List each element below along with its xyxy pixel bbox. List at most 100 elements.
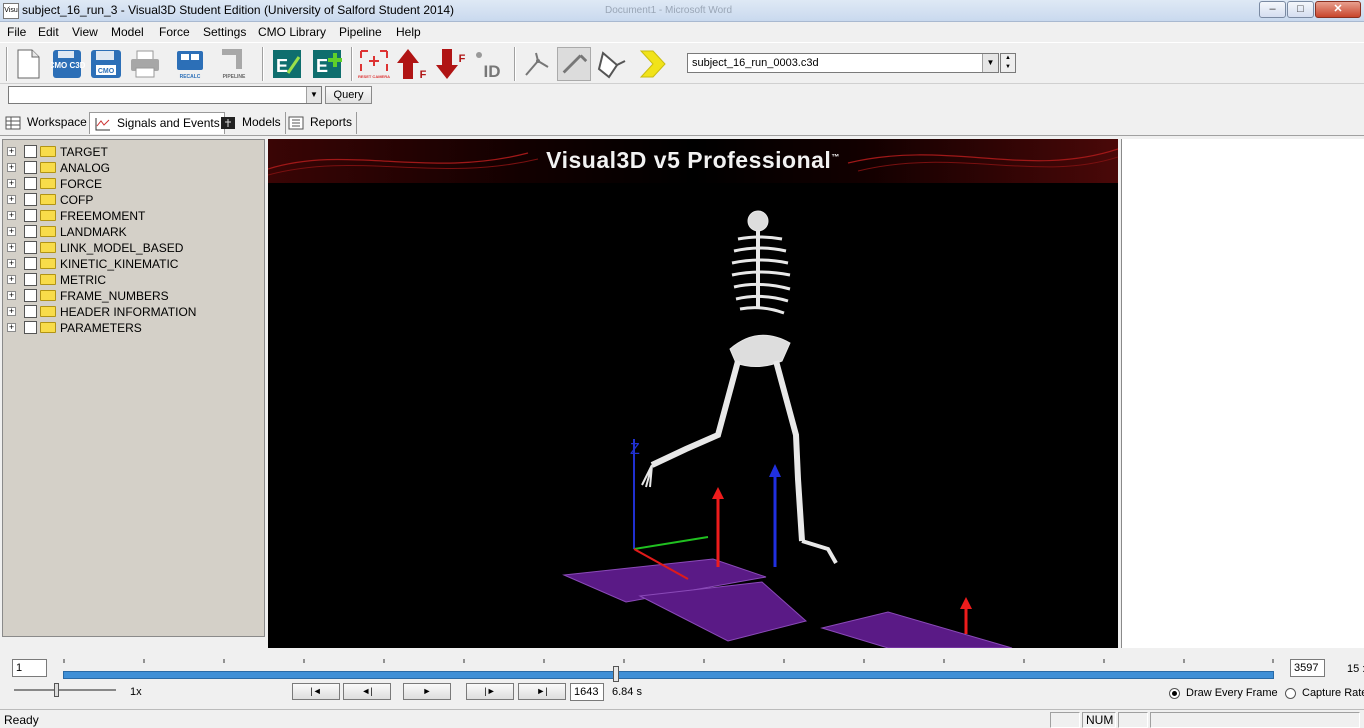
add-pipeline-icon[interactable]: E bbox=[310, 47, 344, 81]
recalc-icon[interactable]: RECALC bbox=[173, 47, 207, 81]
tab-models[interactable]: Models bbox=[215, 112, 286, 134]
file-select[interactable]: subject_16_run_0003.c3d ▼ bbox=[687, 53, 999, 73]
fps-label: 15 : bbox=[1347, 663, 1364, 675]
print-icon[interactable] bbox=[128, 47, 162, 81]
checkbox[interactable] bbox=[24, 145, 37, 158]
bone-icon[interactable] bbox=[557, 47, 591, 81]
menu-edit[interactable]: Edit bbox=[38, 25, 59, 39]
play-button[interactable]: ► bbox=[403, 683, 451, 700]
menu-settings[interactable]: Settings bbox=[203, 25, 246, 39]
checkbox[interactable] bbox=[24, 209, 37, 222]
chevron-down-icon[interactable]: ▼ bbox=[982, 54, 998, 72]
expand-icon[interactable]: + bbox=[7, 179, 16, 188]
menu-file[interactable]: File bbox=[7, 25, 26, 39]
segment-icon[interactable] bbox=[520, 47, 554, 81]
status-pane-extra bbox=[1150, 712, 1360, 728]
menu-model[interactable]: Model bbox=[111, 25, 144, 39]
signals-tree[interactable]: + TARGET + ANALOG + FORCE + COFP + FREEMOMENT… bbox=[2, 139, 265, 637]
end-frame-input[interactable]: 3597 bbox=[1290, 659, 1325, 677]
force-up-icon[interactable]: F bbox=[395, 47, 429, 81]
save-cmo-icon[interactable]: CMO bbox=[89, 47, 123, 81]
query-combo[interactable]: ▼ bbox=[8, 86, 322, 104]
new-file-icon[interactable] bbox=[11, 47, 45, 81]
cmo-c3d-icon[interactable]: CMO C3D bbox=[51, 47, 85, 81]
checkbox[interactable] bbox=[24, 241, 37, 254]
capture-rate-label: Capture Rate bbox=[1302, 687, 1364, 699]
expand-icon[interactable]: + bbox=[7, 291, 16, 300]
last-frame-button[interactable]: ►| bbox=[518, 683, 566, 700]
tree-label: TARGET bbox=[60, 145, 108, 159]
app-icon: Visu bbox=[3, 3, 19, 19]
folder-icon bbox=[40, 226, 56, 237]
status-pane-num: NUM bbox=[1082, 712, 1116, 728]
toolbar: CMO C3D CMO RECALC PIPELINE E E RESET CA… bbox=[0, 42, 1364, 84]
checkbox[interactable] bbox=[24, 321, 37, 334]
tree-label: FRAME_NUMBERS bbox=[60, 289, 169, 303]
edit-pipeline-icon[interactable]: E bbox=[270, 47, 304, 81]
folder-icon bbox=[40, 274, 56, 285]
current-frame-input[interactable]: 1643 bbox=[570, 683, 604, 701]
pipeline-icon[interactable]: PIPELINE bbox=[217, 47, 251, 81]
reset-camera-icon[interactable]: RESET CAMERA bbox=[357, 47, 391, 81]
speed-label: 1x bbox=[130, 686, 142, 698]
force-vector-2-head bbox=[769, 464, 781, 477]
step-back-button[interactable]: ◄| bbox=[343, 683, 391, 700]
checkbox[interactable] bbox=[24, 177, 37, 190]
file-spinner[interactable]: ▲ ▼ bbox=[1000, 53, 1016, 73]
checkbox[interactable] bbox=[24, 193, 37, 206]
menu-help[interactable]: Help bbox=[396, 25, 421, 39]
maximize-button[interactable]: □ bbox=[1287, 1, 1314, 18]
tab-bar: Workspace Signals and Events Models Repo… bbox=[0, 110, 1364, 136]
next-icon[interactable] bbox=[635, 47, 669, 81]
timeline-ticks bbox=[63, 659, 1274, 663]
expand-icon[interactable]: + bbox=[7, 275, 16, 284]
expand-icon[interactable]: + bbox=[7, 211, 16, 220]
expand-icon[interactable]: + bbox=[7, 195, 16, 204]
3d-viewport[interactable]: Visual3D v5 Professional™ Z bbox=[268, 139, 1118, 648]
recalc-label: RECALC bbox=[180, 74, 201, 80]
y-axis bbox=[633, 536, 709, 550]
timeline-slider[interactable] bbox=[63, 671, 1274, 679]
draw-every-frame-radio[interactable] bbox=[1169, 688, 1180, 699]
tab-workspace[interactable]: Workspace bbox=[0, 112, 92, 134]
expand-icon[interactable]: + bbox=[7, 259, 16, 268]
expand-icon[interactable]: + bbox=[7, 147, 16, 156]
tab-reports-label: Reports bbox=[310, 115, 353, 129]
id-icon[interactable]: ID bbox=[472, 47, 506, 81]
query-button[interactable]: Query bbox=[325, 86, 372, 104]
force-down-icon[interactable]: F bbox=[434, 47, 468, 81]
expand-icon[interactable]: + bbox=[7, 227, 16, 236]
expand-icon[interactable]: + bbox=[7, 163, 16, 172]
expand-icon[interactable]: + bbox=[7, 307, 16, 316]
status-text: Ready bbox=[4, 713, 39, 727]
folder-icon bbox=[40, 258, 56, 269]
tab-reports[interactable]: Reports bbox=[283, 112, 358, 134]
tab-signals-and-events[interactable]: Signals and Events bbox=[89, 112, 225, 134]
capture-rate-radio[interactable] bbox=[1285, 688, 1296, 699]
menu-cmo-library[interactable]: CMO Library bbox=[258, 25, 326, 39]
first-frame-button[interactable]: |◄ bbox=[292, 683, 340, 700]
minimize-button[interactable]: – bbox=[1259, 1, 1286, 18]
expand-icon[interactable]: + bbox=[7, 323, 16, 332]
tree-label: COFP bbox=[60, 193, 94, 207]
menu-force[interactable]: Force bbox=[159, 25, 190, 39]
toolbar-separator bbox=[351, 47, 353, 81]
speed-slider-thumb[interactable] bbox=[54, 683, 59, 697]
step-forward-button[interactable]: |► bbox=[466, 683, 514, 700]
speed-slider[interactable] bbox=[14, 689, 116, 691]
start-frame-input[interactable]: 1 bbox=[12, 659, 47, 677]
checkbox[interactable] bbox=[24, 257, 37, 270]
chevron-down-icon[interactable]: ▼ bbox=[306, 87, 321, 103]
close-button[interactable]: ✕ bbox=[1315, 1, 1361, 18]
link-model-icon[interactable] bbox=[595, 47, 629, 81]
force-down-label: F bbox=[459, 53, 466, 65]
checkbox[interactable] bbox=[24, 305, 37, 318]
checkbox[interactable] bbox=[24, 225, 37, 238]
checkbox[interactable] bbox=[24, 289, 37, 302]
menu-pipeline[interactable]: Pipeline bbox=[339, 25, 382, 39]
menu-view[interactable]: View bbox=[72, 25, 98, 39]
checkbox[interactable] bbox=[24, 161, 37, 174]
expand-icon[interactable]: + bbox=[7, 243, 16, 252]
checkbox[interactable] bbox=[24, 273, 37, 286]
timeline-slider-thumb[interactable] bbox=[613, 666, 620, 682]
